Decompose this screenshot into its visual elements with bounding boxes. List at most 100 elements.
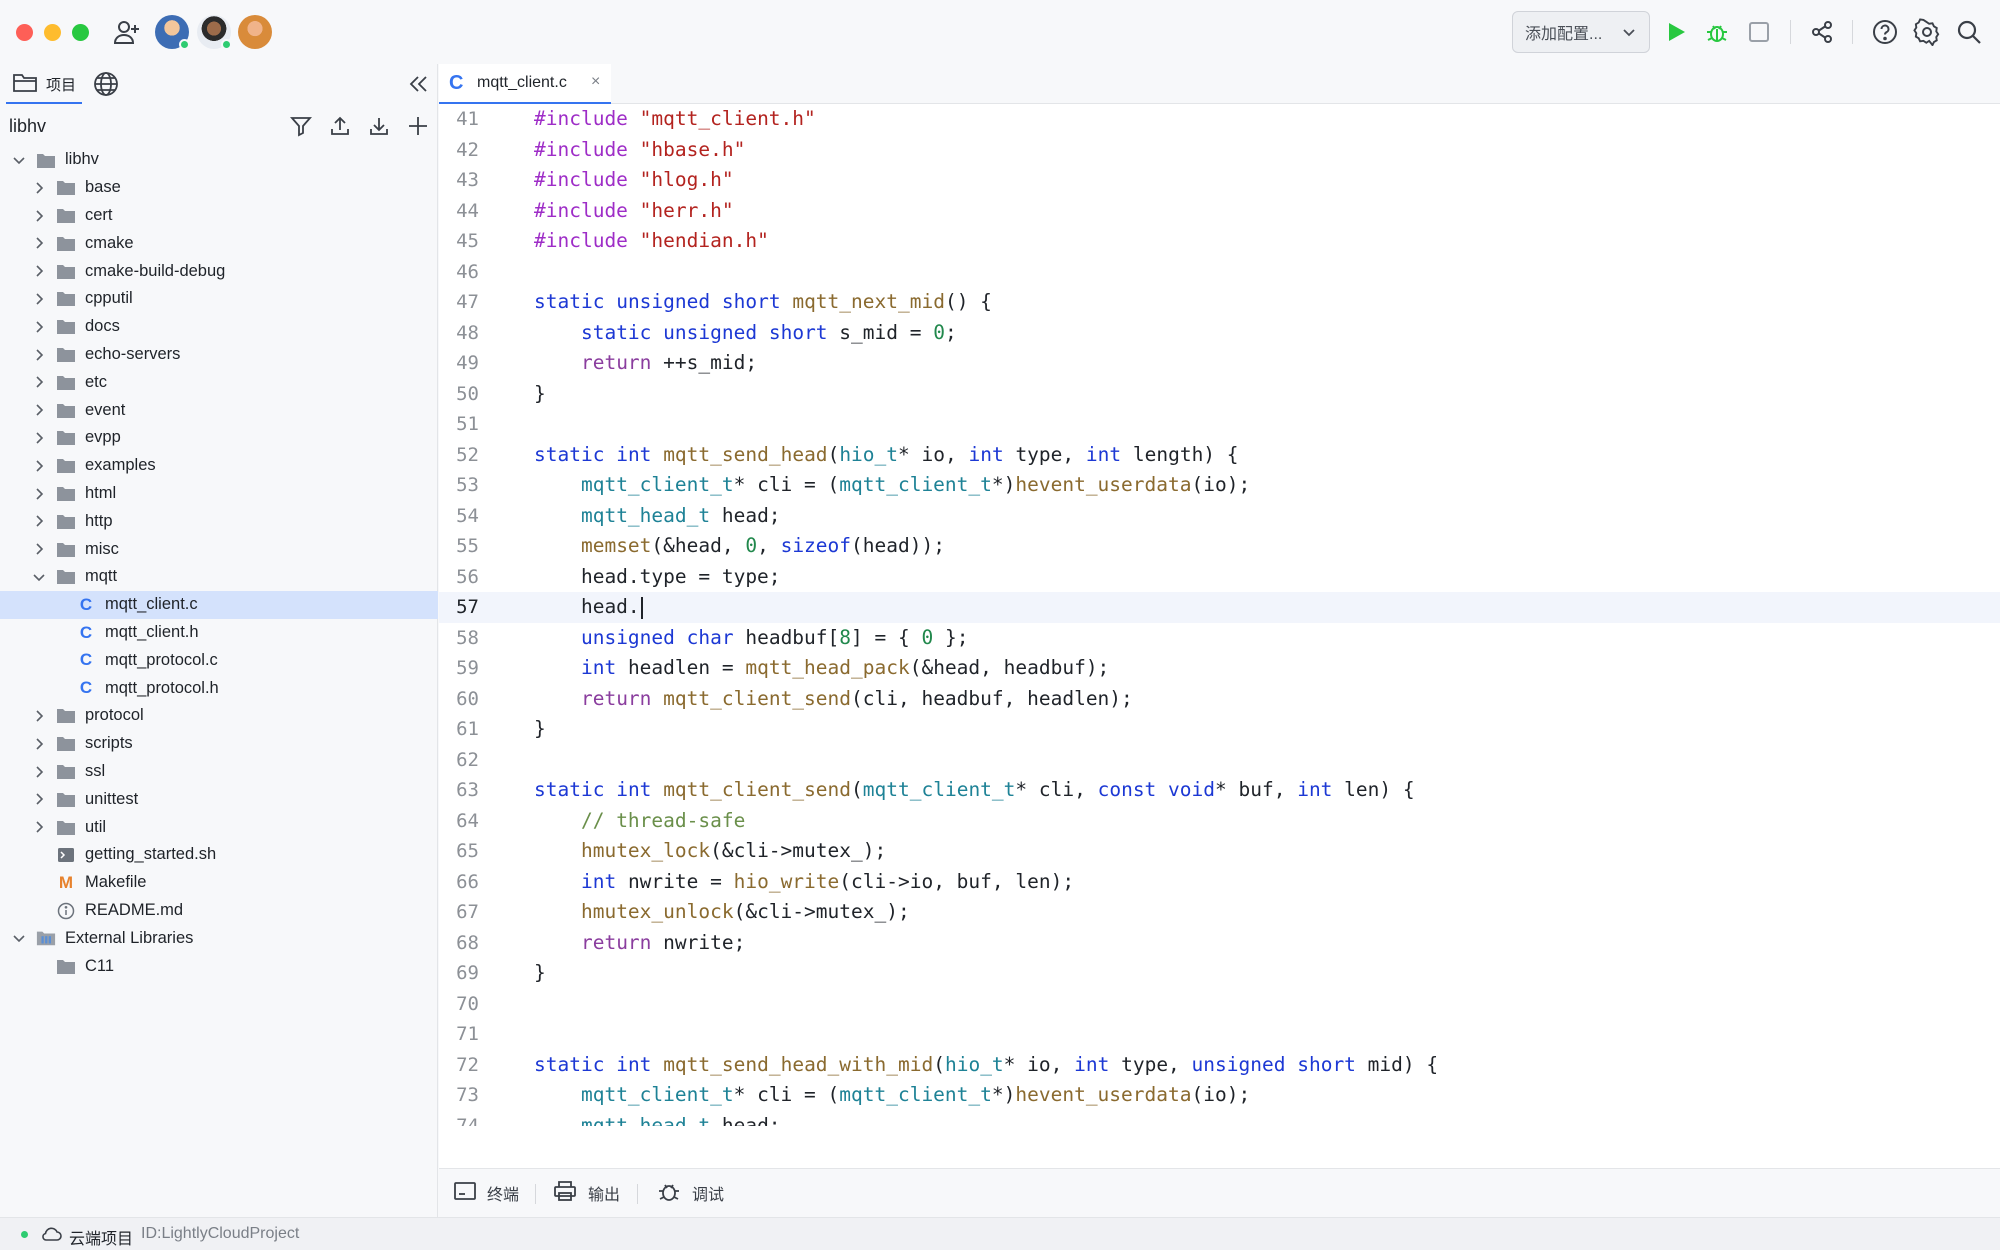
tree-item-readme-md[interactable]: README.md — [0, 897, 438, 925]
code-line[interactable]: 62 — [439, 745, 2000, 776]
code-line[interactable]: 61} — [439, 714, 2000, 745]
tree-item-docs[interactable]: docs — [0, 313, 438, 341]
filter-icon[interactable] — [287, 112, 315, 140]
tree-item-mqtt[interactable]: mqtt — [0, 563, 438, 591]
chevron-right-icon[interactable] — [32, 431, 46, 445]
chevron-right-icon[interactable] — [32, 209, 46, 223]
chevron-right-icon[interactable] — [32, 320, 46, 334]
code-line[interactable]: 64 // thread-safe — [439, 806, 2000, 837]
code-line[interactable]: 43 #include "hlog.h" — [439, 165, 2000, 196]
tree-item-misc[interactable]: misc — [0, 535, 438, 563]
code-line[interactable]: 45 #include "hendian.h" — [439, 226, 2000, 257]
tree-item-event[interactable]: event — [0, 396, 438, 424]
tree-item-getting-started-sh[interactable]: getting_started.sh — [0, 841, 438, 869]
collapse-sidebar-button[interactable] — [404, 70, 432, 98]
chevron-down-icon[interactable] — [12, 153, 26, 167]
chevron-down-icon[interactable] — [12, 931, 26, 945]
tree-item-mqtt-client-c[interactable]: Cmqtt_client.c — [0, 590, 438, 619]
chevron-right-icon[interactable] — [32, 487, 46, 501]
code-line[interactable]: 47 static unsigned short mqtt_next_mid() … — [439, 287, 2000, 318]
chevron-right-icon[interactable] — [32, 792, 46, 806]
chevron-right-icon[interactable] — [32, 459, 46, 473]
code-line[interactable]: 44 #include "herr.h" — [439, 196, 2000, 227]
help-icon[interactable] — [1870, 17, 1900, 47]
chevron-right-icon[interactable] — [32, 542, 46, 556]
chevron-right-icon[interactable] — [32, 514, 46, 528]
tree-item-cmake-build-debug[interactable]: cmake-build-debug — [0, 257, 438, 285]
tree-item-makefile[interactable]: M Makefile — [0, 869, 438, 897]
avatar[interactable] — [197, 15, 232, 50]
chevron-right-icon[interactable] — [32, 375, 46, 389]
code-line[interactable]: 53 mqtt_client_t* cli = (mqtt_client_t*)… — [439, 470, 2000, 501]
code-line[interactable]: 65 hmutex_lock(&cli->mutex_); — [439, 836, 2000, 867]
avatar[interactable] — [238, 15, 272, 49]
tree-item-etc[interactable]: etc — [0, 368, 438, 396]
tree-item-cpputil[interactable]: cpputil — [0, 285, 438, 313]
cloud-project-label[interactable]: 云端项目 — [69, 1225, 133, 1249]
code-line[interactable]: 68 return nwrite; — [439, 928, 2000, 959]
code-line[interactable]: 55 memset(&head, 0, sizeof(head)); — [439, 531, 2000, 562]
tree-item-ssl[interactable]: ssl — [0, 758, 438, 786]
run-icon[interactable] — [1661, 17, 1691, 47]
chevron-right-icon[interactable] — [32, 709, 46, 723]
code-line[interactable]: 52 static int mqtt_send_head(hio_t* io, i… — [439, 440, 2000, 471]
code-line[interactable]: 46 — [439, 257, 2000, 288]
tab-network[interactable] — [92, 70, 122, 100]
code-line[interactable]: 63 static int mqtt_client_send(mqtt_clien… — [439, 775, 2000, 806]
code-line[interactable]: 56 head.type = type; — [439, 562, 2000, 593]
close-tab-icon[interactable]: × — [591, 73, 600, 91]
tree-item-evpp[interactable]: evpp — [0, 424, 438, 452]
chevron-right-icon[interactable] — [32, 348, 46, 362]
tree-item-cmake[interactable]: cmake — [0, 229, 438, 257]
tree-item-libhv[interactable]: libhv — [0, 146, 438, 174]
code-line[interactable]: 73 mqtt_client_t* cli = (mqtt_client_t*)… — [439, 1080, 2000, 1111]
upload-icon[interactable] — [326, 112, 354, 140]
tree-item-html[interactable]: html — [0, 480, 438, 508]
minimize-window-button[interactable] — [44, 24, 61, 41]
debug-tab[interactable]: 调试 — [656, 1177, 724, 1209]
tab-project[interactable]: 项目 — [6, 66, 83, 104]
code-line[interactable]: 59 int headlen = mqtt_head_pack(&head, h… — [439, 653, 2000, 684]
code-area[interactable]: 41 #include "mqtt_client.h" 42 #include "hb… — [439, 104, 2000, 1126]
chevron-down-icon[interactable] — [32, 570, 46, 584]
tree-item-external-libraries[interactable]: External Libraries — [0, 924, 438, 952]
tree-item-mqtt-protocol-c[interactable]: Cmqtt_protocol.c — [0, 646, 438, 674]
debug-icon[interactable] — [1702, 17, 1732, 47]
editor-tab-mqtt-client-c[interactable]: C mqtt_client.c × — [439, 64, 611, 104]
close-window-button[interactable] — [16, 24, 33, 41]
settings-gear-icon[interactable] — [1912, 17, 1942, 47]
tree-item-util[interactable]: util — [0, 813, 438, 841]
code-line[interactable]: 57 head. — [439, 592, 2000, 623]
code-line[interactable]: 72 static int mqtt_send_head_with_mid(hio… — [439, 1050, 2000, 1081]
tree-item-cert[interactable]: cert — [0, 202, 438, 230]
chevron-right-icon[interactable] — [32, 737, 46, 751]
code-line[interactable]: 66 int nwrite = hio_write(cli->io, buf, … — [439, 867, 2000, 898]
chevron-right-icon[interactable] — [32, 292, 46, 306]
tree-item-c11[interactable]: C11 — [0, 952, 438, 980]
code-line[interactable]: 50} — [439, 379, 2000, 410]
add-user-icon[interactable] — [112, 17, 142, 47]
stop-icon[interactable] — [1744, 17, 1774, 47]
chevron-right-icon[interactable] — [32, 236, 46, 250]
code-line[interactable]: 70 — [439, 989, 2000, 1020]
zoom-window-button[interactable] — [72, 24, 89, 41]
code-line[interactable]: 71 — [439, 1019, 2000, 1050]
code-line[interactable]: 67 hmutex_unlock(&cli->mutex_); — [439, 897, 2000, 928]
tree-item-protocol[interactable]: protocol — [0, 702, 438, 730]
code-line[interactable]: 51 — [439, 409, 2000, 440]
share-icon[interactable] — [1807, 17, 1837, 47]
code-line[interactable]: 41 #include "mqtt_client.h" — [439, 104, 2000, 135]
chevron-right-icon[interactable] — [32, 765, 46, 779]
terminal-tab[interactable]: 终端 — [453, 1177, 519, 1209]
code-line[interactable]: 49 return ++s_mid; — [439, 348, 2000, 379]
run-configuration-select[interactable]: 添加配置... — [1512, 11, 1650, 53]
tree-item-base[interactable]: base — [0, 174, 438, 202]
chevron-right-icon[interactable] — [32, 820, 46, 834]
tree-item-examples[interactable]: examples — [0, 452, 438, 480]
code-line[interactable]: 54 mqtt_head_t head; — [439, 501, 2000, 532]
add-icon[interactable] — [404, 112, 432, 140]
avatar[interactable] — [155, 15, 190, 50]
tree-item-echo-servers[interactable]: echo-servers — [0, 341, 438, 369]
code-line[interactable]: 74 mqtt_head_t head; — [439, 1111, 2000, 1127]
tree-item-http[interactable]: http — [0, 507, 438, 535]
